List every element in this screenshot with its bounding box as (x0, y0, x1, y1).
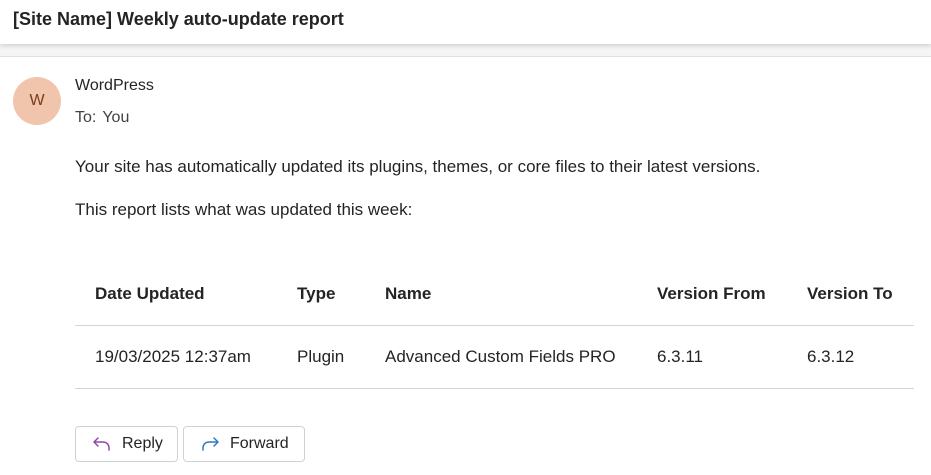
header-type: Type (277, 262, 365, 326)
header-divider (0, 44, 931, 57)
body-paragraph-report: This report lists what was updated this … (75, 200, 413, 219)
sender-name[interactable]: WordPress (75, 77, 154, 95)
reply-label: Reply (122, 435, 163, 452)
email-subject: [Site Name] Weekly auto-update report (13, 9, 344, 29)
cell-type: Plugin (277, 325, 365, 389)
forward-button[interactable]: Forward (183, 426, 305, 462)
header-date-updated: Date Updated (75, 262, 277, 326)
cell-date-updated: 19/03/2025 12:37am (75, 325, 277, 389)
cell-version-to: 6.3.12 (787, 325, 914, 389)
table-row: 19/03/2025 12:37am Plugin Advanced Custo… (75, 325, 914, 389)
body-paragraph-intro: Your site has automatically updated its … (75, 157, 761, 176)
sender-avatar[interactable]: W (13, 77, 61, 125)
forward-arrow-icon (200, 436, 230, 452)
recipient-name[interactable]: You (102, 109, 129, 126)
reply-button[interactable]: Reply (75, 426, 178, 462)
subject-bar: [Site Name] Weekly auto-update report (0, 0, 931, 44)
header-version-from: Version From (637, 262, 787, 326)
reply-arrow-icon (92, 436, 122, 452)
to-label: To: (75, 109, 97, 126)
header-name: Name (365, 262, 637, 326)
message-actions: Reply Forward (75, 426, 305, 462)
header-version-to: Version To (787, 262, 914, 326)
cell-name: Advanced Custom Fields PRO (365, 325, 637, 389)
update-report-table: Date Updated Type Name Version From Vers… (75, 262, 914, 389)
recipient-line: To: You (75, 109, 129, 127)
avatar-initial: W (29, 92, 45, 109)
table-header-row: Date Updated Type Name Version From Vers… (75, 262, 914, 326)
forward-label: Forward (230, 435, 289, 452)
cell-version-from: 6.3.11 (637, 325, 787, 389)
